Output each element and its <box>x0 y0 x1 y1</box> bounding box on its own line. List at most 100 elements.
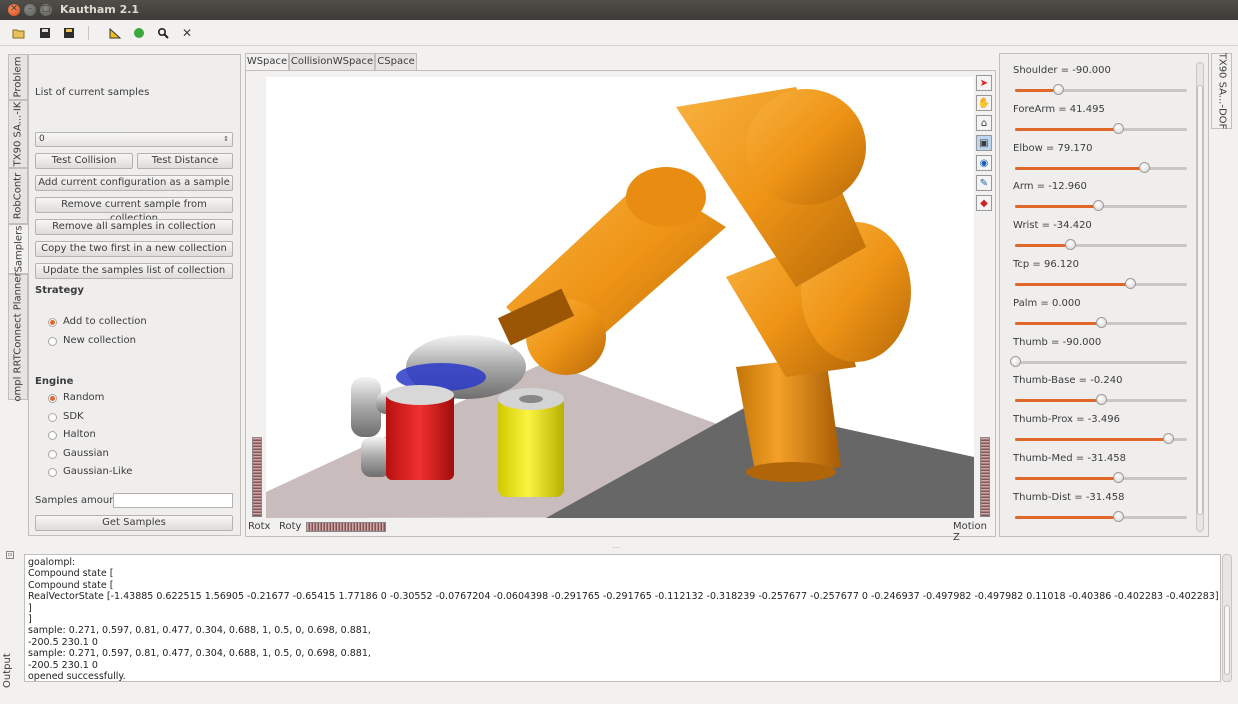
pan-hand-button[interactable]: ✋ <box>976 95 992 111</box>
dof-label: Thumb-Prox = -3.496 <box>1013 414 1120 426</box>
motionz-wheel[interactable] <box>980 437 990 517</box>
tab-robcontr-label: RobContr <box>12 172 24 220</box>
engine-random-radio[interactable] <box>48 394 57 403</box>
minimize-icon: – <box>27 4 33 14</box>
close-window-button[interactable]: ✕ <box>8 4 20 16</box>
toolbar-separator <box>88 26 89 40</box>
output-splitter-handle[interactable]: ⋯ <box>612 543 620 552</box>
tab-cspace[interactable]: CSpace <box>375 53 417 71</box>
dof-slider-track[interactable] <box>1015 122 1187 134</box>
dof-slider-handle[interactable] <box>1113 122 1125 134</box>
dof-slider-track[interactable] <box>1015 394 1187 406</box>
sphere-button[interactable] <box>130 24 148 42</box>
output-scrollbar-thumb[interactable] <box>1224 605 1230 675</box>
engine-gaussian-radio[interactable] <box>48 450 57 459</box>
close-problem-button[interactable]: ✕ <box>178 24 196 42</box>
tab-planner[interactable]: ompl RRTConnect Planner <box>8 272 28 402</box>
dof-slider-handle[interactable] <box>1092 200 1104 212</box>
dof-slider-track[interactable] <box>1015 278 1187 289</box>
dof-slider-track[interactable] <box>1010 355 1187 367</box>
dof-slider-track[interactable] <box>1015 433 1187 445</box>
dof-slider-handle[interactable] <box>1113 472 1125 483</box>
dof-slider-handle[interactable] <box>1139 161 1150 173</box>
dof-slider-track[interactable] <box>1015 510 1187 522</box>
output-line: Compound state [ <box>28 579 114 591</box>
dof-slider-handle[interactable] <box>1125 278 1137 289</box>
dof-slider-row: Arm = -12.960 <box>1013 181 1188 212</box>
dof-slider-track[interactable] <box>1015 239 1187 251</box>
dof-scrollbar[interactable] <box>1196 62 1204 532</box>
test-collision-button[interactable]: Test Collision <box>35 153 133 169</box>
save-button[interactable] <box>36 24 54 42</box>
select-arrow-button[interactable]: ➤ <box>976 75 992 91</box>
remove-sample-button[interactable]: Remove current sample from collection <box>35 197 233 224</box>
dof-slider-track[interactable] <box>1015 161 1187 173</box>
tab-ik[interactable]: TX90 SA...-IK <box>8 100 28 168</box>
dof-label: Tcp = 96.120 <box>1013 259 1079 270</box>
output-line: -200.5 230.1 0 <box>28 636 98 648</box>
tab-wspace[interactable]: WSpace <box>245 53 289 71</box>
test-distance-button[interactable]: Test Distance <box>137 153 233 169</box>
tab-samplers[interactable]: Samplers <box>8 224 28 274</box>
dof-slider-handle[interactable] <box>1065 239 1077 251</box>
samples-combo[interactable]: 0 ⇕ <box>35 132 233 147</box>
perspective-button[interactable]: ◆ <box>976 195 992 211</box>
minimize-window-button[interactable]: – <box>24 4 36 16</box>
rotx-wheel[interactable] <box>252 437 262 517</box>
3d-scene[interactable] <box>266 77 974 518</box>
open-button[interactable] <box>10 24 28 42</box>
output-float-icon[interactable]: ▫ <box>6 551 14 559</box>
strategy-new-radio[interactable] <box>48 337 57 346</box>
seek-button[interactable]: ✎ <box>976 175 992 191</box>
tab-dof[interactable]: TX90 SA...-DOF <box>1211 53 1232 129</box>
measure-icon <box>109 27 122 39</box>
dof-slider-fill <box>1015 438 1169 442</box>
samples-amount-input[interactable] <box>113 493 233 508</box>
dof-scrollbar-thumb[interactable] <box>1197 85 1203 515</box>
output-scrollbar[interactable] <box>1222 554 1232 682</box>
copy-two-button[interactable]: Copy the two first in a new collection <box>35 241 233 257</box>
output-line: sample: 0.271, 0.597, 0.81, 0.477, 0.304… <box>28 625 371 637</box>
dof-slider-handle[interactable] <box>1096 316 1107 328</box>
main-toolbar: ✕ <box>0 20 1238 46</box>
dof-slider-handle[interactable] <box>1010 355 1021 367</box>
tab-robcontr[interactable]: RobContr <box>8 168 28 224</box>
tab-problem[interactable]: Problem <box>8 54 28 100</box>
dof-slider-track[interactable] <box>1015 472 1187 483</box>
dof-slider-row: Thumb-Med = -31.458 <box>1013 453 1188 483</box>
view-all-button[interactable]: ▣ <box>976 135 992 151</box>
eye-view-button[interactable]: ◉ <box>976 155 992 171</box>
strategy-add-radio[interactable] <box>48 318 57 327</box>
engine-halton-radio[interactable] <box>48 431 57 440</box>
dof-slider-row: Elbow = 79.170 <box>1013 142 1188 173</box>
dof-slider-handle[interactable] <box>1113 510 1125 522</box>
dof-slider-handle[interactable] <box>1163 433 1175 445</box>
pan-hand-icon: ✋ <box>977 97 991 109</box>
perspective-icon: ◆ <box>980 197 988 209</box>
engine-sdk-radio[interactable] <box>48 413 57 422</box>
save-as-button[interactable] <box>60 24 78 42</box>
dof-slider-handle[interactable] <box>1096 394 1107 406</box>
dof-slider-track[interactable] <box>1015 200 1187 212</box>
remove-all-button[interactable]: Remove all samples in collection <box>35 219 233 235</box>
output-line: ] <box>28 614 32 626</box>
dof-label: Elbow = 79.170 <box>1013 142 1093 154</box>
measure-button[interactable] <box>106 24 124 42</box>
search-button[interactable] <box>154 24 172 42</box>
maximize-window-button[interactable]: □ <box>40 4 52 16</box>
dof-slider-track[interactable] <box>1015 316 1187 328</box>
engine-gaussian-like-radio[interactable] <box>48 468 57 477</box>
dof-slider-track[interactable] <box>1015 84 1187 95</box>
output-console[interactable]: goalompl: Compound state [ Compound stat… <box>24 554 1221 682</box>
home-view-button[interactable]: ⌂ <box>976 115 992 131</box>
close-x-icon: ✕ <box>181 26 193 40</box>
get-samples-button[interactable]: Get Samples <box>35 515 233 531</box>
update-list-button[interactable]: Update the samples list of collection <box>35 263 233 279</box>
dof-slider-handle[interactable] <box>1053 84 1064 95</box>
tab-collisionwspace[interactable]: CollisionWSpace <box>289 53 375 71</box>
output-line: RealVectorState [-1.43885 0.622515 1.569… <box>28 591 1219 603</box>
roty-wheel[interactable] <box>306 522 386 532</box>
dof-label: Arm = -12.960 <box>1013 181 1087 193</box>
select-arrow-icon: ➤ <box>979 77 989 89</box>
add-sample-button[interactable]: Add current configuration as a sample <box>35 175 233 191</box>
